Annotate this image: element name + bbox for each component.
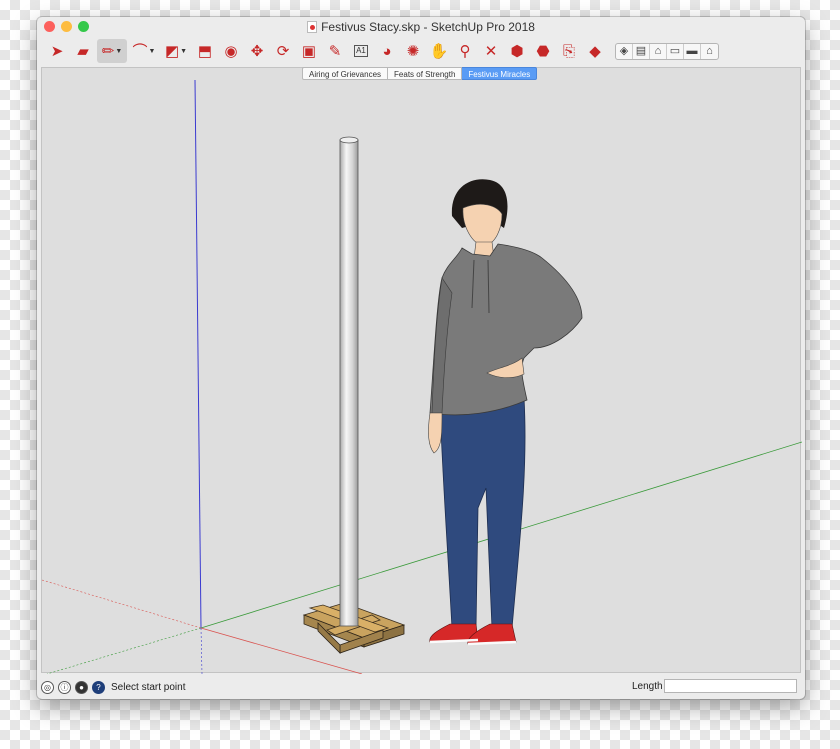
- zoom-tool[interactable]: ⚲: [453, 39, 477, 63]
- close-window-button[interactable]: [44, 21, 55, 32]
- extension-warehouse-tool[interactable]: ⬣: [531, 39, 555, 63]
- extension-manager-tool-icon: ◆: [589, 42, 601, 60]
- model-viewport[interactable]: Airing of Grievances Feats of Strength F…: [41, 67, 802, 674]
- select-tool[interactable]: ➤: [45, 39, 69, 63]
- eraser-tool[interactable]: ▰: [71, 39, 95, 63]
- extension-warehouse-tool-icon: ⬣: [536, 42, 550, 60]
- back-view-icon: ▬: [686, 44, 698, 57]
- orbit-tool-icon: ✺: [406, 42, 420, 60]
- red-axis-dashed: [42, 579, 202, 629]
- tape-measure-tool-icon: ✎: [328, 42, 342, 60]
- minimize-window-button[interactable]: [61, 21, 72, 32]
- pan-tool-icon: ✋: [429, 42, 449, 60]
- sketchup-window: Festivus Stacy.skp - SketchUp Pro 2018 ➤…: [37, 17, 805, 699]
- user-account-icon[interactable]: ●: [75, 680, 88, 694]
- arc-tool[interactable]: ⌒ ▼: [129, 39, 159, 63]
- right-view-button[interactable]: ▭: [667, 43, 684, 59]
- pencil-line-tool-icon: ✏: [101, 42, 115, 60]
- rectangle-tool[interactable]: ◩ ▼: [161, 39, 191, 63]
- help-icon[interactable]: ?: [92, 680, 105, 694]
- move-tool[interactable]: ✥: [245, 39, 269, 63]
- document-icon: [307, 21, 318, 33]
- measurements-box[interactable]: [664, 679, 797, 693]
- front-view-icon: ⌂: [654, 44, 662, 57]
- send-to-layout-tool[interactable]: ⎘: [557, 39, 581, 63]
- top-view-button[interactable]: ▤: [633, 43, 650, 59]
- window-title: Festivus Stacy.skp - SketchUp Pro 2018: [321, 20, 535, 34]
- pole-top: [339, 136, 359, 144]
- scale-tool[interactable]: ▣: [297, 39, 321, 63]
- person-jeans: [439, 397, 526, 629]
- scene-tabs: Airing of Grievances Feats of Strength F…: [302, 67, 538, 80]
- paint-bucket-tool-icon: ◕: [382, 42, 392, 60]
- eraser-tool-icon: ▰: [77, 42, 89, 60]
- dropdown-caret-icon: ▼: [115, 47, 123, 55]
- credits-icon[interactable]: ⓘ: [58, 680, 71, 694]
- top-view-icon: ▤: [635, 44, 647, 57]
- person-figure-stacy[interactable]: [428, 179, 583, 646]
- rotate-tool-icon: ⟳: [276, 42, 290, 60]
- iso-view-icon: ◈: [619, 44, 629, 57]
- person-hoodie: [429, 243, 583, 416]
- rectangle-tool-icon: ◩: [164, 42, 180, 60]
- large-tool-set-toolbar: ➤ ▰ ✏ ▼ ⌒ ▼ ◩ ▼ ⬒ ◉ ✥ ⟳ ▣ ✎ A1 ◕ ✺ ✋ ⚲ ✕ ⬢ ⬣ ⎘ ◆ ◈ ▤ ⌂ ▭ ▬ ⌂: [37, 37, 805, 65]
- window-title-wrap: Festivus Stacy.skp - SketchUp Pro 2018: [307, 20, 535, 34]
- select-tool-icon: ➤: [50, 42, 64, 60]
- title-bar: Festivus Stacy.skp - SketchUp Pro 2018: [37, 17, 805, 37]
- move-tool-icon: ✥: [250, 42, 264, 60]
- person-face: [462, 203, 503, 247]
- front-view-button[interactable]: ⌂: [650, 43, 667, 59]
- scale-tool-icon: ▣: [301, 42, 317, 60]
- push-pull-tool[interactable]: ⬒: [193, 39, 217, 63]
- tape-measure-tool[interactable]: ✎: [323, 39, 347, 63]
- send-to-layout-tool-icon: ⎘: [562, 42, 575, 60]
- geolocation-icon[interactable]: ◎: [41, 680, 54, 694]
- offset-tool[interactable]: ◉: [219, 39, 243, 63]
- blue-axis-dashed: [200, 627, 203, 674]
- measurement-label: Length: [632, 681, 663, 692]
- dropdown-caret-icon: ▼: [148, 47, 156, 55]
- zoom-window-button[interactable]: [78, 21, 89, 32]
- status-message: Select start point: [111, 681, 186, 693]
- scene-tab-festivus-miracles[interactable]: Festivus Miracles: [462, 67, 538, 80]
- pole: [339, 139, 359, 627]
- iso-view-button[interactable]: ◈: [616, 43, 633, 59]
- blue-axis: [194, 79, 202, 629]
- rotate-tool[interactable]: ⟳: [271, 39, 295, 63]
- pan-tool[interactable]: ✋: [427, 39, 451, 63]
- status-bar: ◎ ⓘ ● ? Select start point Length: [37, 675, 805, 699]
- scene-tab-airing-of-grievances[interactable]: Airing of Grievances: [302, 67, 389, 80]
- festivus-pole-stand[interactable]: [302, 136, 406, 654]
- zoom-extents-tool-icon: ✕: [484, 42, 498, 60]
- zoom-tool-icon: ⚲: [459, 42, 471, 60]
- extension-manager-tool[interactable]: ◆: [583, 39, 607, 63]
- arc-tool-icon: ⌒: [132, 42, 148, 60]
- camera-views-group: ◈ ▤ ⌂ ▭ ▬ ⌂: [615, 42, 719, 60]
- paint-bucket-tool[interactable]: ◕: [375, 39, 399, 63]
- left-view-button[interactable]: ⌂: [701, 44, 718, 59]
- window-controls: [44, 21, 89, 32]
- text-tool[interactable]: A1: [349, 39, 373, 63]
- warehouse-tool[interactable]: ⬢: [505, 39, 529, 63]
- warehouse-tool-icon: ⬢: [510, 42, 524, 60]
- offset-tool-icon: ◉: [224, 42, 238, 60]
- right-view-icon: ▭: [669, 44, 681, 57]
- green-axis-dashed: [46, 627, 202, 674]
- scene-tab-feats-of-strength[interactable]: Feats of Strength: [388, 67, 463, 80]
- pencil-line-tool[interactable]: ✏ ▼: [97, 39, 127, 63]
- left-view-icon: ⌂: [706, 44, 713, 57]
- model-canvas[interactable]: [42, 68, 802, 674]
- person-left-hand: [428, 412, 443, 454]
- orbit-tool[interactable]: ✺: [401, 39, 425, 63]
- model-axes: [42, 79, 802, 674]
- zoom-extents-tool[interactable]: ✕: [479, 39, 503, 63]
- dropdown-caret-icon: ▼: [180, 47, 188, 55]
- push-pull-tool-icon: ⬒: [197, 42, 213, 60]
- back-view-button[interactable]: ▬: [684, 43, 701, 59]
- text-tool-icon: A1: [354, 45, 368, 57]
